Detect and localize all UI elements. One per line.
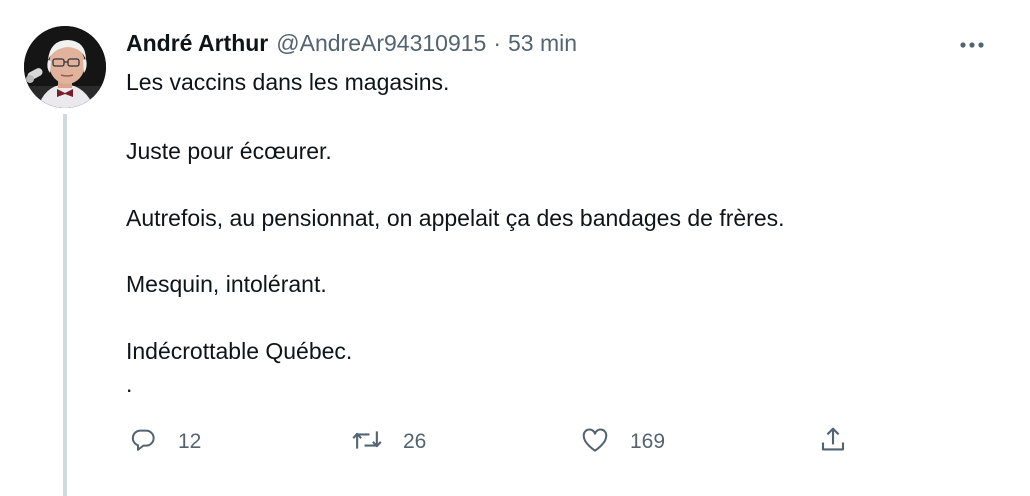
tweet[interactable]: André Arthur @AndreAr94310915 · 53 min L…	[0, 0, 1030, 496]
user-handle[interactable]: @AndreAr94310915	[276, 28, 486, 58]
more-horizontal-icon	[959, 36, 985, 54]
tweet-header: André Arthur @AndreAr94310915 · 53 min	[126, 28, 577, 58]
share-icon	[818, 425, 848, 460]
like-count: 169	[630, 430, 666, 453]
more-button[interactable]	[952, 30, 992, 60]
tweet-text-line: Les vaccins dans les magasins.	[126, 69, 450, 95]
tweet-text-line: Juste pour écœurer.	[126, 138, 332, 164]
tweet-text-line: Indécrottable Québec.	[126, 338, 353, 364]
tweet-text-line: Autrefois, au pensionnat, on appelait ça…	[126, 205, 785, 231]
tweet-text-line: Mesquin, intolérant.	[126, 271, 327, 297]
like-button[interactable]: 169	[580, 424, 665, 460]
timestamp[interactable]: 53 min	[508, 28, 577, 58]
avatar[interactable]	[24, 26, 106, 108]
reply-count: 12	[178, 430, 202, 453]
share-button[interactable]	[818, 424, 848, 460]
separator-dot: ·	[493, 30, 501, 56]
reply-button[interactable]: 12	[128, 424, 201, 460]
retweet-count: 26	[403, 430, 427, 453]
retweet-button[interactable]: 26	[351, 424, 426, 460]
thread-line	[63, 114, 67, 496]
retweet-icon	[351, 425, 383, 460]
display-name[interactable]: André Arthur	[126, 28, 268, 58]
heart-icon	[580, 425, 610, 460]
tweet-text-line: .	[126, 371, 133, 397]
reply-icon	[128, 425, 158, 460]
